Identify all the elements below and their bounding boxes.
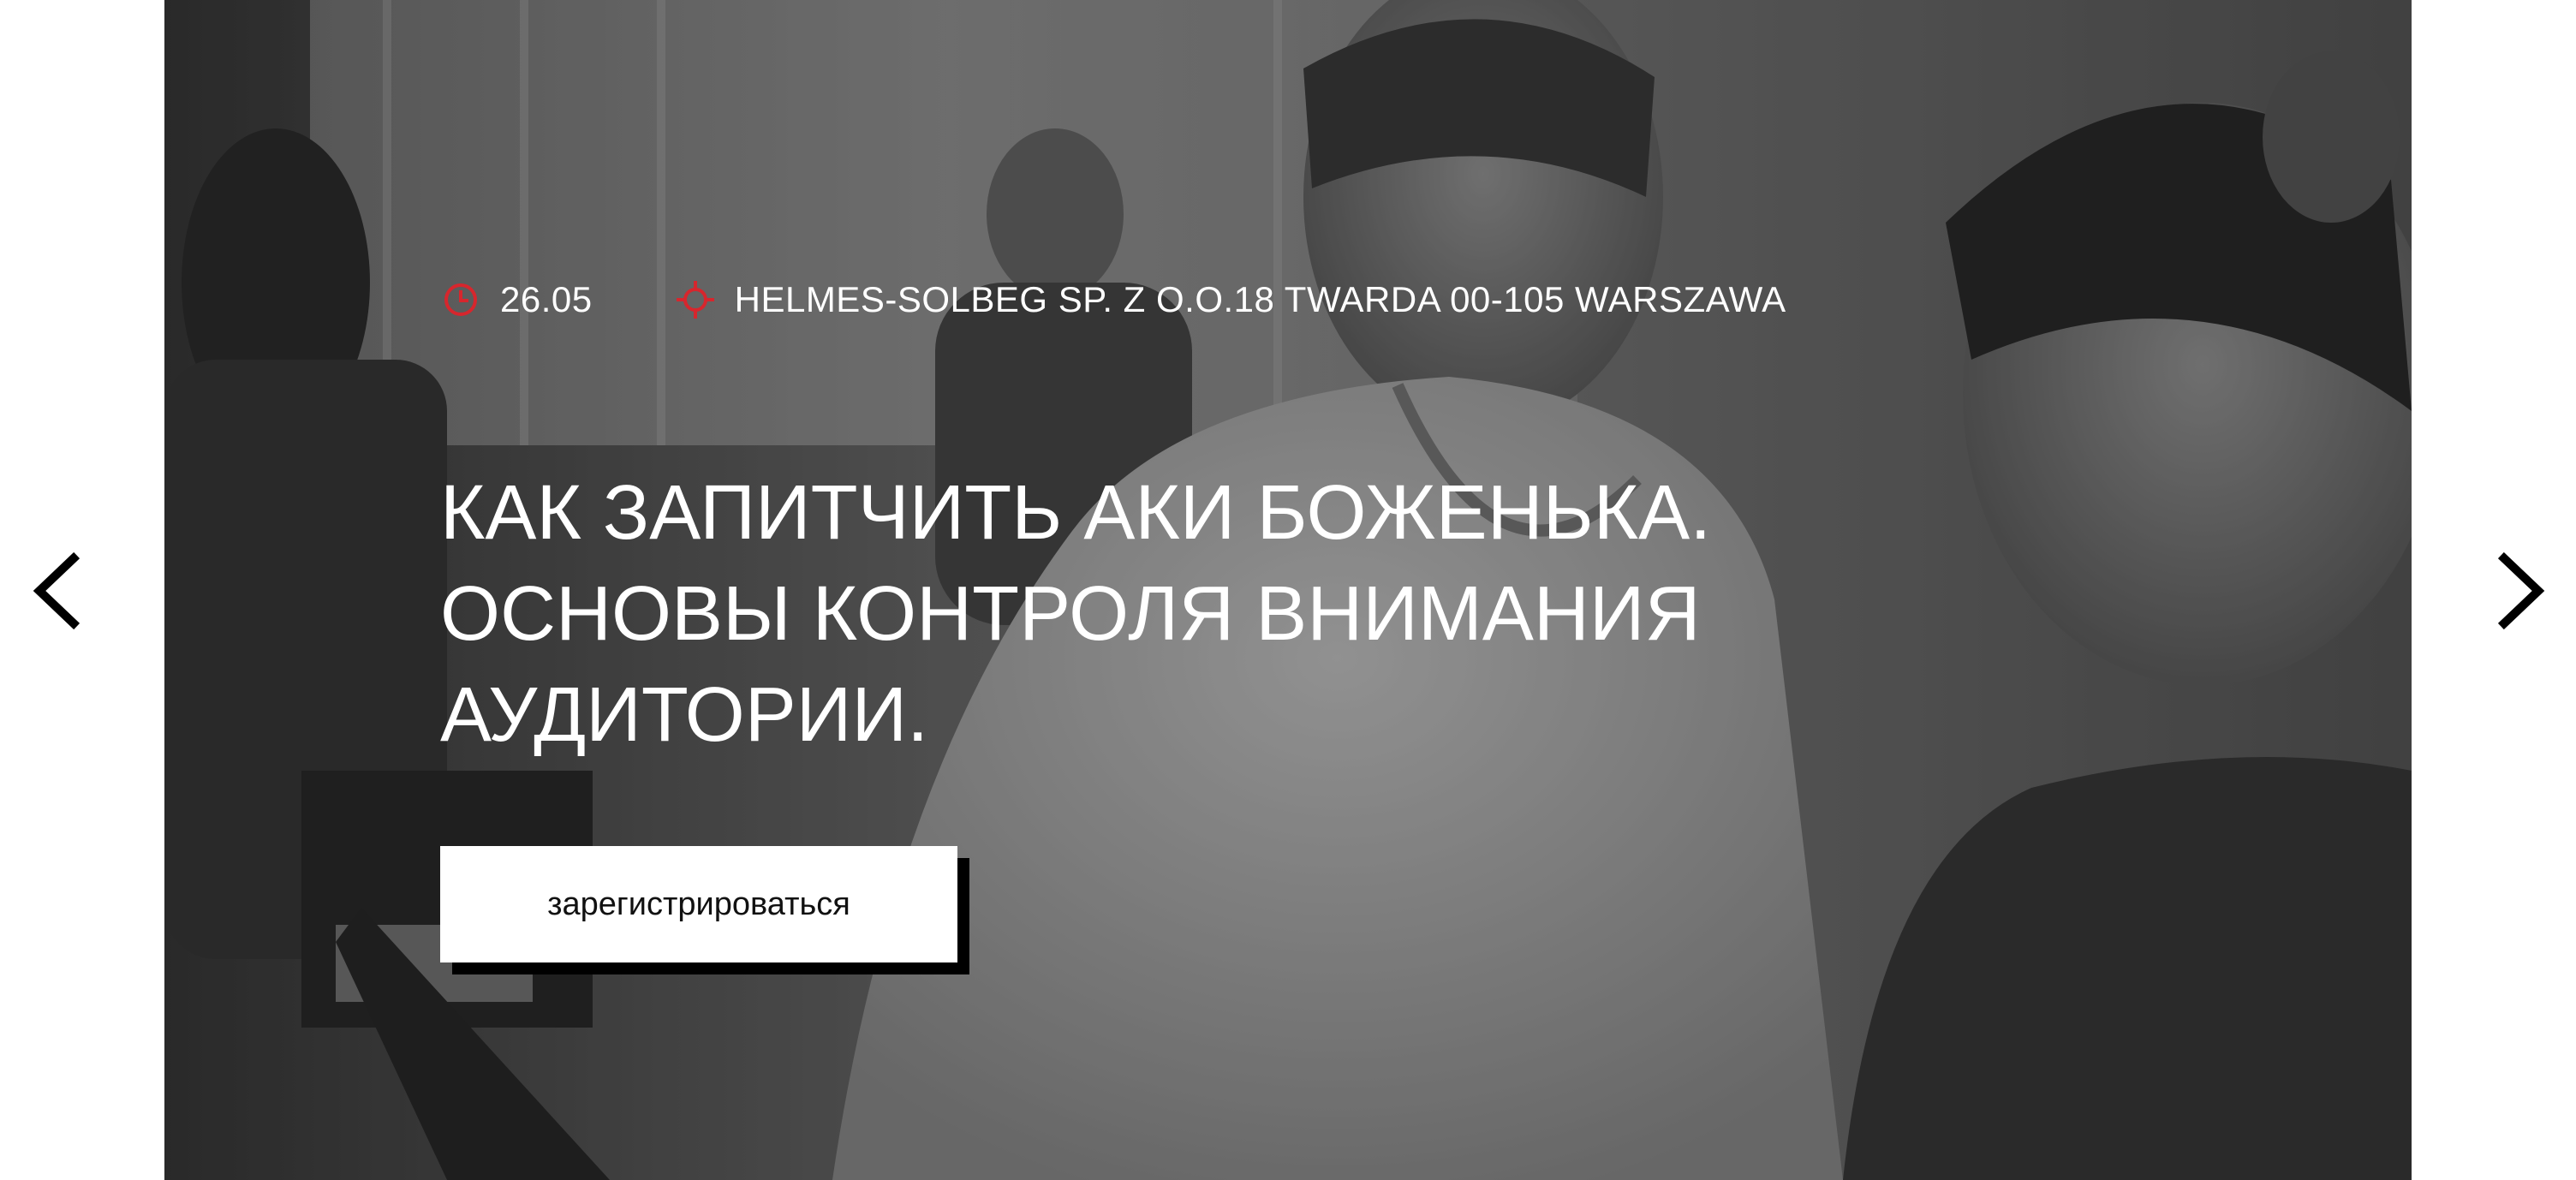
event-meta: 26.05 HELMES-SOLBEG SP. Z O.O.18 TWARDA … [440, 272, 2067, 327]
register-button[interactable]: зарегистрироваться [440, 846, 957, 962]
register-button-wrapper: зарегистрироваться [440, 846, 973, 976]
page: 26.05 HELMES-SOLBEG SP. Z O.O.18 TWARDA … [0, 0, 2576, 1180]
event-date: 26.05 [440, 279, 593, 320]
chevron-left-icon [33, 551, 80, 630]
carousel-prev-button[interactable] [24, 548, 92, 634]
event-title: КАК ЗАПИТЧИТЬ АКИ БОЖЕНЬКА. ОСНОВЫ КОНТР… [440, 470, 1712, 758]
location-target-icon [675, 279, 716, 320]
event-date-text: 26.05 [500, 279, 593, 319]
event-content: 26.05 HELMES-SOLBEG SP. Z O.O.18 TWARDA … [440, 272, 2067, 976]
event-location-text: HELMES-SOLBEG SP. Z O.O.18 TWARDA 00-105… [734, 279, 1786, 319]
carousel-next-button[interactable] [2485, 548, 2554, 634]
clock-icon [440, 279, 481, 320]
chevron-right-icon [2497, 551, 2545, 630]
event-location: HELMES-SOLBEG SP. Z O.O.18 TWARDA 00-105… [675, 279, 1786, 320]
hero-slide: 26.05 HELMES-SOLBEG SP. Z O.O.18 TWARDA … [164, 0, 2412, 1180]
